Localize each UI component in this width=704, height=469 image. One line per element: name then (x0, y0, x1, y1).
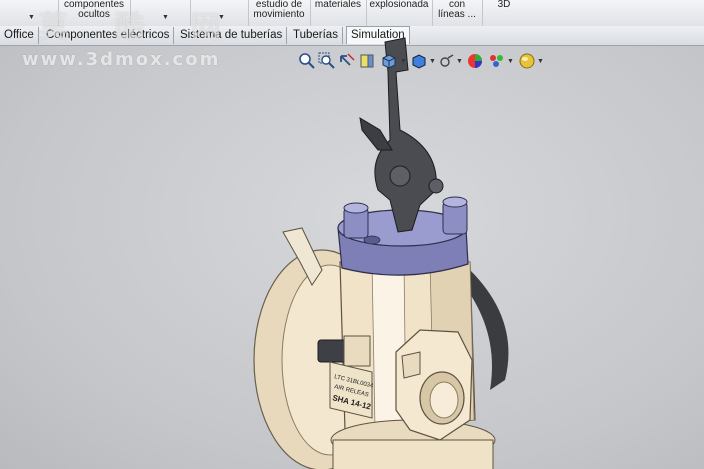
model-cap-post-right-top (442, 196, 468, 208)
hide-show-caret-icon[interactable]: ▼ (456, 58, 463, 65)
model-bowl (332, 439, 494, 469)
view-orientation-icon[interactable] (380, 52, 398, 70)
apply-scene-icon[interactable] (488, 52, 506, 70)
model-screw-boss (343, 335, 371, 367)
model-intake-tab (401, 351, 421, 379)
model-cap-hole (363, 235, 381, 245)
model-lever-pivot (389, 165, 411, 187)
view-settings-icon[interactable] (518, 52, 536, 70)
previous-view-icon[interactable] (338, 52, 356, 70)
model-lever-arm (359, 117, 393, 151)
model-screw (317, 339, 347, 363)
hide-show-items-icon[interactable] (438, 52, 456, 70)
model-intake-inner (429, 381, 459, 419)
model-cap-post-left-top (343, 202, 369, 214)
watermark-url: www.3dmox.com (22, 49, 221, 70)
section-view-icon[interactable] (358, 52, 376, 70)
apply-scene-caret-icon[interactable]: ▼ (507, 58, 514, 65)
model-lever-pin (428, 178, 444, 194)
zoom-to-area-icon[interactable] (318, 52, 336, 70)
display-style-icon[interactable] (410, 52, 428, 70)
view-settings-caret-icon[interactable]: ▼ (537, 58, 544, 65)
display-style-caret-icon[interactable]: ▼ (429, 58, 436, 65)
edit-appearance-icon[interactable] (466, 52, 484, 70)
carburetor-model[interactable]: LTC 31BL0034 AIR RELEAS SHA 14-12 (0, 0, 704, 469)
zoom-to-fit-icon[interactable] (298, 52, 316, 70)
view-orientation-caret-icon[interactable]: ▼ (400, 58, 407, 65)
watermark-cjk: 莫 酷 网 (38, 10, 239, 45)
